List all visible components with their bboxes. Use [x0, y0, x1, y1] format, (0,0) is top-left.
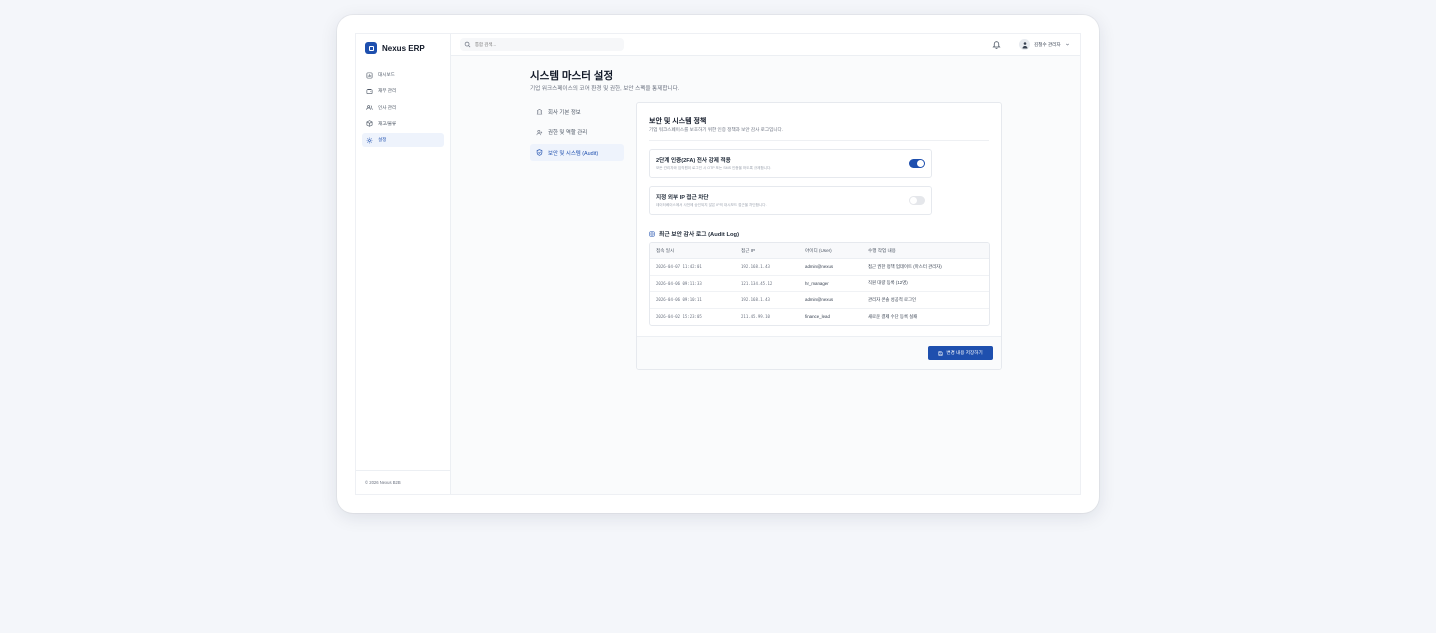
cell-time: 2026-04-06 09:11:33 [656, 280, 702, 286]
page-title: 시스템 마스터 설정 [530, 70, 614, 82]
table-header: 접속 일시 접근 IP 아이디 (User) 수행 작업 내용 [650, 243, 989, 259]
save-button-label: 변경 내용 저장하기 [946, 350, 983, 355]
box-icon [366, 120, 373, 128]
sidebar-footer: © 2026 Nexus B2B [356, 470, 450, 494]
user-name: 김철수 관리자 [1034, 41, 1061, 47]
policy-ip-block: 지정 외부 IP 접근 차단 데이터베이스에서 사전에 승인되지 않은 IP의 … [649, 186, 932, 215]
subnav-item-label: 보안 및 시스템 (Audit) [548, 150, 599, 157]
policy-title: 2단계 인증(2FA) 전사 강제 적용 [656, 158, 731, 164]
app-window: Nexus ERP 대시보드 재무 관리 인사 관리 재고/물류 설정 © 20… [355, 33, 1081, 495]
chevron-down-icon [1065, 43, 1069, 46]
sidebar: Nexus ERP 대시보드 재무 관리 인사 관리 재고/물류 설정 © 20… [356, 34, 451, 494]
sidebar-item-label: 대시보드 [378, 72, 395, 77]
save-icon [938, 350, 943, 356]
user-avatar-icon [1022, 41, 1027, 48]
policy-description: 모든 관리자와 임직원이 로그인 시 OTP 또는 SMS 인증을 하도록 규제… [656, 166, 772, 170]
cell-user: admin@nexus [805, 264, 834, 270]
user-menu[interactable]: 김철수 관리자 [1019, 39, 1070, 50]
brand-logo[interactable]: Nexus ERP [365, 42, 425, 54]
subnav-item-security[interactable]: 보안 및 시스템 (Audit) [530, 144, 624, 161]
table-row[interactable]: 2026-04-06 09:10:11 192.168.1.43 admin@n… [650, 292, 989, 309]
table-row[interactable]: 2026-04-02 15:23:05 211.45.99.10 finance… [650, 309, 989, 326]
main-content: 시스템 마스터 설정 기업 워크스페이스의 코어 환경 및 권한, 보안 스펙을… [451, 56, 1080, 494]
table-row[interactable]: 2026-04-06 09:11:33 121.134.45.12 hr_man… [650, 276, 989, 292]
brand-name: Nexus ERP [382, 43, 425, 53]
cell-action: 직원 대량 등록 (12명) [868, 280, 908, 286]
toggle-knob [917, 160, 924, 167]
save-changes-button[interactable]: 변경 내용 저장하기 [928, 346, 993, 360]
log-list-icon [649, 230, 655, 237]
user-role-icon [536, 129, 543, 135]
sidebar-item-settings[interactable]: 설정 [362, 133, 444, 148]
security-policy-card: 보안 및 시스템 정책 기업 워크스페이스를 보호하기 위한 인증 정책과 보안… [636, 102, 1002, 370]
column-header: 수행 작업 내용 [868, 247, 896, 253]
audit-log-title: 최근 보안 감사 로그 (Audit Log) [659, 232, 740, 238]
subnav-item-label: 회사 기본 정보 [548, 109, 581, 116]
users-icon [366, 105, 373, 110]
column-header: 아이디 (User) [805, 247, 832, 253]
cell-ip: 211.45.99.10 [741, 314, 770, 320]
wallet-icon [366, 88, 373, 94]
policy-title: 지정 외부 IP 접근 차단 [656, 195, 709, 201]
sidebar-item-label: 재고/물류 [378, 120, 397, 126]
search-input[interactable] [475, 42, 615, 47]
dashboard-icon [366, 72, 373, 78]
cell-time: 2026-04-06 09:10:11 [656, 297, 702, 303]
toggle-2fa[interactable] [909, 159, 925, 168]
search-box[interactable] [460, 38, 624, 51]
cell-ip: 192.168.1.43 [741, 297, 770, 303]
bell-icon[interactable] [992, 40, 1001, 49]
sidebar-item-label: 재무 관리 [378, 88, 397, 94]
audit-log-heading: 최근 보안 감사 로그 (Audit Log) [649, 229, 739, 238]
column-header: 접속 일시 [656, 247, 675, 253]
cell-time: 2026-04-07 11:42:01 [656, 264, 702, 270]
sidebar-nav: 대시보드 재무 관리 인사 관리 재고/물류 설정 [362, 68, 444, 149]
cell-ip: 192.168.1.43 [741, 264, 770, 270]
card-footer: 변경 내용 저장하기 [637, 336, 1001, 369]
cell-action: 접근 권한 정책 업데이트 (마스터 관리자) [868, 263, 942, 269]
toggle-knob [910, 197, 917, 204]
avatar [1019, 39, 1030, 50]
sidebar-item-hr[interactable]: 인사 관리 [362, 101, 444, 115]
card-title: 보안 및 시스템 정책 [649, 118, 707, 125]
sidebar-item-finance[interactable]: 재무 관리 [362, 84, 444, 98]
column-header: 접근 IP [741, 247, 756, 253]
cell-user: finance_lead [805, 314, 830, 320]
page-subtitle: 기업 워크스페이스의 코어 환경 및 권한, 보안 스펙을 통제합니다. [530, 86, 680, 92]
policy-description: 데이터베이스에서 사전에 승인되지 않은 IP의 대시보드 접근을 차단합니다. [656, 203, 767, 207]
subnav-item-label: 권한 및 역할 관리 [548, 130, 588, 136]
policy-2fa: 2단계 인증(2FA) 전사 강제 적용 모든 관리자와 임직원이 로그인 시 … [649, 149, 932, 178]
topbar: 김철수 관리자 [451, 34, 1080, 56]
toggle-ip-block[interactable] [909, 196, 925, 205]
settings-subnav: 회사 기본 정보 권한 및 역할 관리 보안 및 시스템 (Audit) [530, 103, 624, 165]
audit-log-table: 접속 일시 접근 IP 아이디 (User) 수행 작업 내용 2026-04-… [649, 242, 990, 326]
sidebar-item-label: 인사 관리 [378, 104, 397, 110]
cell-action: 관리자 콘솔 성공적 로그인 [868, 296, 917, 302]
gear-icon [366, 137, 373, 144]
building-icon [536, 108, 543, 115]
cell-action: 새로운 결제 수단 등록 실패 [868, 313, 918, 319]
card-subtitle: 기업 워크스페이스를 보호하기 위한 인증 정책과 보안 감사 로그입니다. [649, 127, 784, 132]
cell-time: 2026-04-02 15:23:05 [656, 314, 702, 320]
sidebar-item-inventory[interactable]: 재고/물류 [362, 117, 444, 131]
cell-ip: 121.134.45.12 [741, 280, 773, 286]
subnav-item-company[interactable]: 회사 기본 정보 [530, 103, 624, 120]
logo-icon [365, 42, 377, 54]
shield-check-icon [536, 149, 543, 156]
sidebar-item-dashboard[interactable]: 대시보드 [362, 68, 444, 82]
cell-user: admin@nexus [805, 297, 834, 303]
sidebar-item-label: 설정 [378, 137, 387, 143]
cell-user: hr_manager [805, 280, 829, 286]
device-frame: Nexus ERP 대시보드 재무 관리 인사 관리 재고/물류 설정 © 20… [337, 15, 1099, 513]
subnav-item-roles[interactable]: 권한 및 역할 관리 [530, 124, 624, 141]
table-row[interactable]: 2026-04-07 11:42:01 192.168.1.43 admin@n… [650, 259, 989, 276]
divider [649, 140, 989, 141]
search-icon [464, 41, 471, 48]
